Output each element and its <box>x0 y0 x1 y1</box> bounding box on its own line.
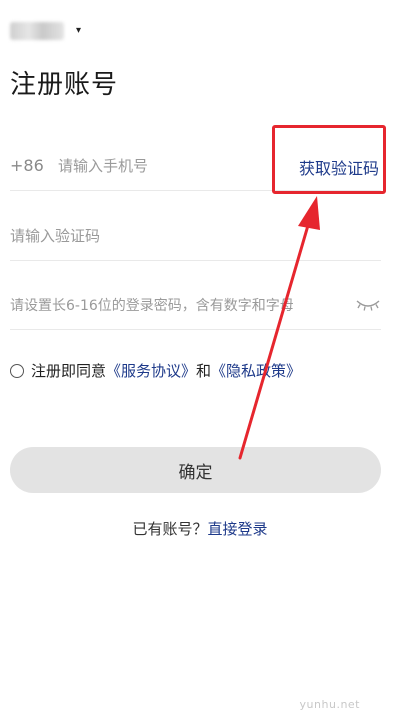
country-code[interactable]: +86 <box>10 156 58 175</box>
register-page: ▾ 注册账号 +86 获取验证码 注册即同意 《服务协议》 和 《隐私政策》 确… <box>0 0 400 728</box>
login-prompt: 已有账号？直接登录 <box>0 518 400 539</box>
confirm-button[interactable]: 确定 <box>10 447 381 493</box>
password-row <box>10 280 381 330</box>
eye-closed-icon[interactable] <box>355 298 381 312</box>
code-row <box>10 211 381 261</box>
service-agreement-link[interactable]: 《服务协议》 <box>106 360 196 381</box>
password-input[interactable] <box>10 295 349 314</box>
page-title: 注册账号 <box>10 70 119 100</box>
caret-down-icon: ▾ <box>76 25 82 36</box>
verification-code-input[interactable] <box>10 226 381 245</box>
privacy-policy-link[interactable]: 《隐私政策》 <box>211 360 301 381</box>
have-account-text: 已有账号？ <box>132 520 208 538</box>
agreement-radio[interactable] <box>10 363 24 378</box>
phone-row: +86 获取验证码 <box>10 141 381 191</box>
watermark: yunhu.net <box>299 698 360 711</box>
agreement-conjunction: 和 <box>196 362 212 380</box>
region-selector[interactable]: ▾ <box>10 22 81 40</box>
agreement-prefix: 注册即同意 <box>31 362 107 380</box>
direct-login-link[interactable]: 直接登录 <box>208 520 268 538</box>
agreement-row: 注册即同意 《服务协议》 和 《隐私政策》 <box>10 360 301 381</box>
blurred-region-name <box>10 22 64 40</box>
get-code-button[interactable]: 获取验证码 <box>299 155 379 179</box>
